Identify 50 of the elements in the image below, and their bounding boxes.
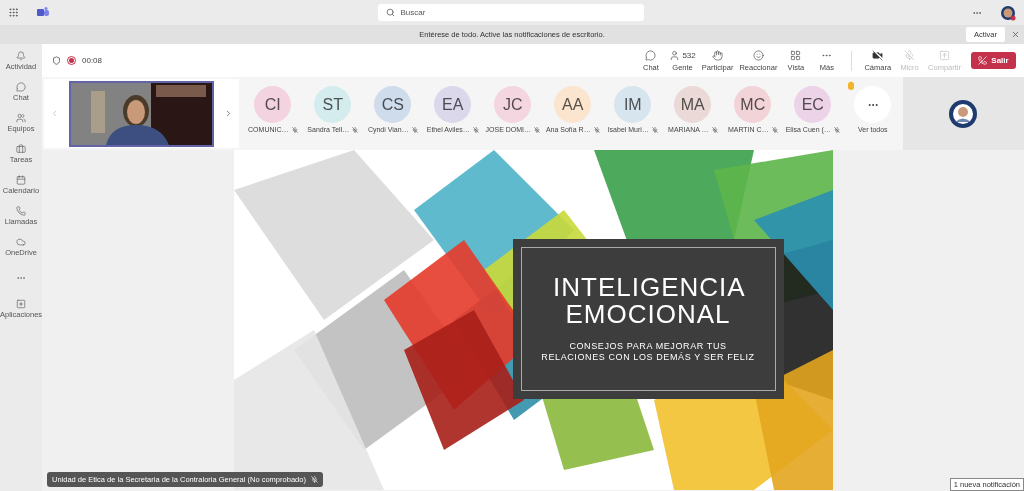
grid-icon	[790, 49, 802, 61]
shield-icon	[52, 56, 61, 65]
profile-avatar[interactable]	[1000, 4, 1016, 21]
camera-off-icon	[872, 49, 884, 61]
hand-icon	[712, 49, 724, 61]
phone-icon	[16, 205, 26, 216]
smiley-icon	[752, 49, 764, 61]
search-field[interactable]: Buscar	[377, 4, 644, 21]
participant-avatar[interactable]: EC	[794, 86, 832, 123]
hang-up-icon	[978, 56, 988, 65]
mic-off-icon	[593, 126, 600, 133]
teams-logo-icon[interactable]	[37, 7, 49, 18]
mic-off-icon	[352, 126, 359, 133]
people-count: 532	[682, 50, 696, 60]
participant-avatar[interactable]: IM	[614, 86, 652, 123]
bell-icon	[16, 50, 26, 61]
leave-button[interactable]: Salir	[971, 52, 1016, 69]
participant-avatar[interactable]: CI	[254, 86, 292, 123]
calendar-icon	[16, 174, 26, 185]
meeting-timer: 00:08	[82, 56, 103, 65]
briefcase-icon	[16, 143, 26, 154]
share-icon	[939, 49, 951, 61]
participant-avatar[interactable]: MC	[734, 86, 772, 123]
mic-off-icon	[904, 49, 916, 61]
participant-avatar[interactable]: MA	[674, 86, 712, 123]
participant-avatar[interactable]: JC	[494, 86, 532, 123]
cloud-icon	[16, 236, 26, 247]
add-icon	[16, 298, 26, 309]
mic-off-icon	[291, 126, 298, 133]
slide-title: INTELIGENCIA EMOCIONAL	[553, 274, 743, 329]
slide-subtitle: CONSEJOS PARA MEJORAR TUS RELACIONES CON LOS DEMÁS Y SER FELIZ	[540, 340, 756, 364]
mic-off-icon	[833, 126, 840, 133]
participant-avatar[interactable]: EA	[434, 86, 472, 123]
mic-off-icon	[534, 126, 541, 133]
participant-avatar	[948, 98, 979, 129]
search-icon	[385, 8, 395, 17]
participant-avatar[interactable]: CS	[374, 86, 412, 123]
mic-off-icon	[711, 126, 718, 133]
chat-icon	[16, 81, 26, 92]
person-icon	[669, 49, 681, 61]
participant-avatar[interactable]: AA	[554, 86, 592, 123]
mic-off-icon	[771, 126, 778, 133]
mic-off-icon	[411, 126, 418, 133]
close-icon[interactable]	[1011, 30, 1020, 39]
mic-off-icon	[472, 126, 479, 133]
mic-off-icon	[651, 126, 658, 133]
app-launcher-icon[interactable]	[8, 7, 19, 18]
participant-avatar[interactable]: ST	[314, 86, 352, 123]
chat-icon	[645, 49, 657, 61]
people-icon	[16, 112, 26, 123]
